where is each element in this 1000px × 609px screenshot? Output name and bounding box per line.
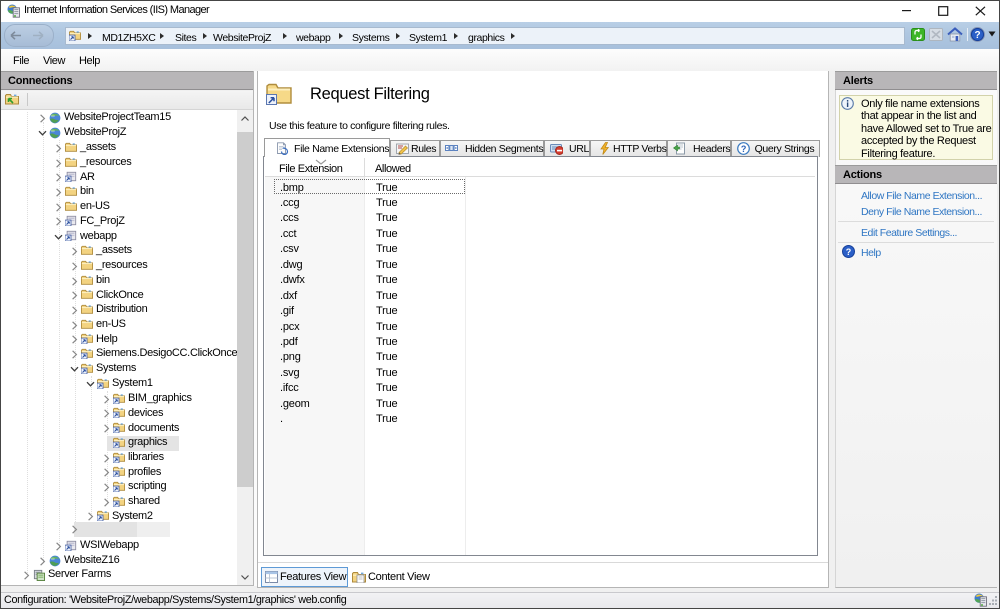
svg-text:?: ?	[974, 30, 980, 41]
svg-text:?: ?	[741, 144, 746, 154]
svg-text:?: ?	[846, 247, 852, 257]
